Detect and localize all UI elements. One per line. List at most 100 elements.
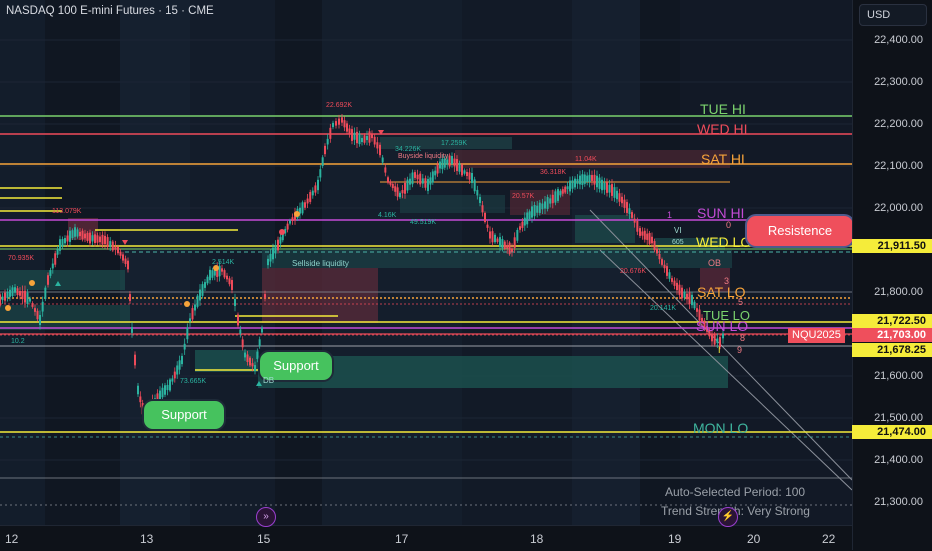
candle-body bbox=[528, 211, 531, 220]
volume-label: 11.04K bbox=[575, 156, 597, 163]
candle-body bbox=[237, 314, 239, 326]
price-tick: 22,400.00 bbox=[874, 34, 923, 46]
price-tick: 22,100.00 bbox=[874, 160, 923, 172]
candle-body bbox=[371, 133, 373, 139]
candle-body bbox=[139, 396, 142, 403]
candle-body bbox=[631, 212, 633, 218]
candle-body bbox=[211, 270, 214, 278]
candle-body bbox=[591, 175, 593, 181]
candle-body bbox=[226, 275, 228, 280]
candle-body bbox=[277, 239, 279, 251]
symbol-title[interactable]: NASDAQ 100 E-mini Futures · 15 · CME bbox=[6, 5, 214, 17]
candle-body bbox=[633, 218, 636, 223]
candle-body bbox=[641, 231, 644, 236]
signal-dot bbox=[279, 229, 285, 235]
price-tag: 21,722.50 bbox=[852, 314, 932, 328]
candle-body bbox=[379, 144, 381, 156]
candle-body bbox=[471, 172, 473, 184]
candle-body bbox=[329, 127, 332, 139]
candle-body bbox=[476, 189, 479, 196]
price-axis[interactable]: 22,400.00 22,300.00 22,200.00 22,100.00 … bbox=[852, 0, 932, 550]
candle-body bbox=[213, 270, 216, 276]
period-label: Auto-Selected Period: 100 bbox=[665, 485, 806, 499]
candle-body bbox=[9, 289, 11, 297]
candle-body bbox=[56, 249, 59, 255]
candle-body bbox=[47, 275, 49, 285]
candle-body bbox=[29, 298, 31, 302]
candle-body bbox=[618, 193, 621, 202]
candle-body bbox=[96, 235, 99, 243]
lightning-icon[interactable]: ⚡ bbox=[718, 507, 738, 527]
candle-body bbox=[137, 385, 139, 395]
candle-body bbox=[484, 212, 486, 223]
candle-body bbox=[688, 292, 691, 305]
candle-body bbox=[169, 379, 171, 391]
candle-body bbox=[81, 230, 84, 240]
time-tick: 18 bbox=[530, 532, 544, 546]
session-band bbox=[0, 0, 45, 525]
candle-body bbox=[341, 117, 343, 123]
candle-body bbox=[361, 137, 363, 143]
candle-body bbox=[321, 157, 324, 167]
count-mark: 8 bbox=[740, 333, 746, 343]
candle-body bbox=[427, 179, 429, 191]
volume-label: 70.935K bbox=[8, 255, 35, 262]
time-axis[interactable]: 12 13 15 17 18 19 20 22 bbox=[0, 525, 852, 551]
price-path-marker: I bbox=[718, 345, 721, 355]
candle-body bbox=[191, 308, 194, 320]
candle-body bbox=[608, 184, 611, 193]
volume-label: 34.226K bbox=[395, 146, 422, 153]
chart-area[interactable]: I NASDAQ 100 E-mini Futures · 15 · CME T… bbox=[0, 0, 852, 525]
candle-body bbox=[274, 245, 277, 254]
teal-zone bbox=[575, 215, 635, 243]
candle-body bbox=[516, 229, 519, 241]
candle-body bbox=[94, 234, 96, 243]
candle-body bbox=[566, 186, 569, 190]
symbol-badge[interactable]: NQU2025 bbox=[788, 328, 845, 343]
candle-body bbox=[416, 174, 419, 180]
candle-body bbox=[481, 205, 484, 213]
count-mark: 0 bbox=[726, 220, 732, 230]
resistance-label[interactable]: Resistence bbox=[745, 214, 852, 248]
candle-body bbox=[261, 327, 263, 333]
candle-body bbox=[317, 179, 319, 191]
tue-lo-label: TUE LO bbox=[703, 308, 750, 323]
candle-body bbox=[571, 180, 574, 189]
candle-body bbox=[549, 198, 552, 204]
candle-body bbox=[183, 343, 186, 350]
mon-lo-label: MON LO bbox=[693, 420, 749, 436]
candle-body bbox=[119, 251, 122, 256]
candle-body bbox=[519, 226, 521, 230]
ob-mark: OB bbox=[708, 258, 722, 268]
candle-body bbox=[436, 164, 439, 174]
candle-body bbox=[368, 131, 371, 143]
price-chart[interactable]: I bbox=[0, 0, 852, 525]
price-tag-mon-lo: 21,474.00 bbox=[852, 425, 932, 439]
vi-mark: VI bbox=[674, 226, 682, 235]
support-label[interactable]: Support bbox=[142, 399, 226, 431]
candle-body bbox=[513, 237, 516, 249]
candle-body bbox=[39, 314, 41, 326]
candle-body bbox=[681, 287, 683, 299]
candle-body bbox=[6, 291, 9, 299]
currency-selector[interactable]: USD bbox=[859, 4, 927, 26]
tue-hi-label: TUE HI bbox=[700, 101, 746, 117]
candle-body bbox=[291, 217, 294, 222]
candle-body bbox=[353, 132, 356, 140]
candle-body bbox=[249, 357, 251, 366]
candle-body bbox=[611, 184, 613, 196]
time-tick: 15 bbox=[257, 532, 271, 546]
candle-body bbox=[451, 156, 453, 164]
red-zone bbox=[262, 268, 378, 323]
candle-body bbox=[64, 238, 66, 244]
candle-body bbox=[286, 223, 289, 230]
double-chevron-icon[interactable]: » bbox=[256, 507, 276, 527]
candle-body bbox=[551, 194, 554, 204]
candle-body bbox=[24, 290, 26, 303]
candle-body bbox=[453, 158, 456, 167]
candle-body bbox=[186, 327, 189, 340]
candle-body bbox=[117, 246, 119, 254]
candle-body bbox=[456, 159, 458, 171]
candle-body bbox=[616, 190, 618, 200]
candle-body bbox=[663, 264, 666, 269]
